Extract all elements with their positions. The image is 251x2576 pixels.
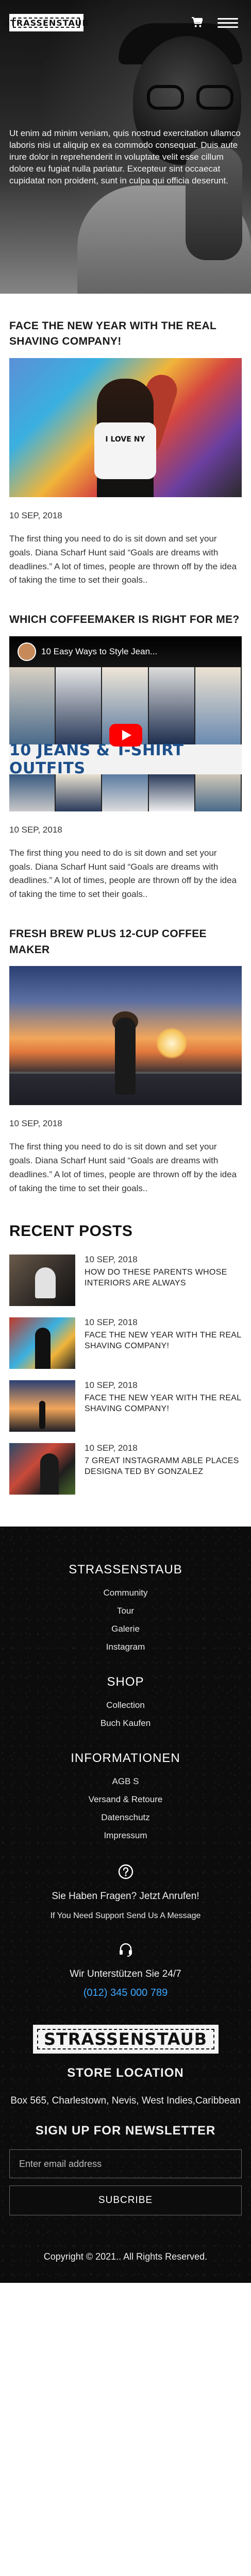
youtube-play-icon[interactable]: [109, 723, 142, 747]
footer-store-heading: STORE LOCATION: [67, 2065, 184, 2080]
footer-link-datenschutz[interactable]: Datenschutz: [9, 1813, 242, 1822]
recent-post-date: 10 SEP, 2018: [85, 1443, 138, 1453]
footer-link-tour[interactable]: Tour: [9, 1606, 242, 1615]
recent-posts-heading: RECENT POSTS: [9, 1222, 133, 1240]
person-graphic: [115, 1018, 136, 1095]
footer-link-buch-kaufen[interactable]: Buch Kaufen: [9, 1719, 242, 1727]
blog-post: FRESH BREW PLUS 12-CUP COFFEE MAKER 10 S…: [9, 902, 242, 1195]
footer-phone-link[interactable]: (012) 345 000 789: [9, 1987, 242, 1999]
top-navigation-bar: STRASSENSTAUB: [0, 0, 251, 45]
hero-text: Ut enim ad minim veniam, quis nostrud ex…: [9, 128, 241, 185]
post-excerpt: The first thing you need to do is sit do…: [9, 848, 237, 900]
post-title-link[interactable]: WHICH COFFEEMAKER IS RIGHT FOR ME?: [9, 612, 242, 628]
recent-post-thumbnail[interactable]: [9, 1443, 75, 1495]
footer-support-line: Wir Unterstützen Sie 24/7: [70, 1968, 181, 1979]
footer-link-instagram[interactable]: Instagram: [9, 1642, 242, 1651]
recent-post-item[interactable]: 10 SEP, 2018 FACE THE NEW YEAR WITH THE …: [9, 1317, 242, 1369]
blog-post: WHICH COFFEEMAKER IS RIGHT FOR ME? 10 Ea…: [9, 587, 242, 902]
post-title-link[interactable]: FRESH BREW PLUS 12-CUP COFFEE MAKER: [9, 926, 242, 958]
recent-post-date: 10 SEP, 2018: [85, 1317, 138, 1327]
hero-section: STRASSENSTAUB Ut enim ad minim veniam, q…: [0, 0, 251, 294]
post-excerpt: The first thing you need to do is sit do…: [9, 533, 237, 585]
question-icon: [118, 1864, 133, 1879]
post-date: 10 SEP, 2018: [9, 824, 62, 835]
post-date: 10 SEP, 2018: [9, 510, 62, 520]
recent-post-thumbnail[interactable]: [9, 1380, 75, 1432]
recent-post-title-link[interactable]: 7 GREAT INSTAGRAMM ABLE PLACES DESIGNA T…: [85, 1455, 242, 1477]
video-title[interactable]: 10 Easy Ways to Style Jean...: [41, 647, 157, 657]
footer-link-impressum[interactable]: Impressum: [9, 1831, 242, 1840]
recent-post-item[interactable]: 10 SEP, 2018 7 GREAT INSTAGRAMM ABLE PLA…: [9, 1443, 242, 1495]
post-image[interactable]: [9, 966, 242, 1106]
video-banner-text: 10 JEANS & T-SHIRT OUTFITS: [9, 741, 184, 777]
post-date: 10 SEP, 2018: [9, 1118, 62, 1129]
site-logo-text: STRASSENSTAUB: [4, 18, 89, 28]
recent-post-thumbnail[interactable]: [9, 1254, 75, 1306]
embedded-video[interactable]: 10 Easy Ways to Style Jean... 10 JEANS &…: [9, 636, 242, 811]
subscribe-button[interactable]: SUBCRIBE: [9, 2185, 242, 2215]
recent-post-title-link[interactable]: FACE THE NEW YEAR WITH THE REAL SHAVING …: [85, 1393, 242, 1414]
video-banner: 10 JEANS & T-SHIRT OUTFITS: [9, 741, 242, 777]
footer-link-agb[interactable]: AGB S: [9, 1777, 242, 1786]
newsletter-email-input[interactable]: [9, 2149, 242, 2178]
video-title-bar: 10 Easy Ways to Style Jean...: [9, 636, 242, 667]
recent-post-item[interactable]: 10 SEP, 2018 FACE THE NEW YEAR WITH THE …: [9, 1380, 242, 1432]
footer-question-text: Sie Haben Fragen? Jetzt Anrufen!: [52, 1890, 199, 1902]
footer-support-note: If You Need Support Send Us A Message: [50, 1911, 201, 1920]
newsletter-heading: SIGN UP FOR NEWSLETTER: [35, 2124, 216, 2138]
footer-info-links: INFORMATIONEN AGB S Versand & Retoure Da…: [9, 1751, 242, 1840]
post-image[interactable]: I LOVE NY: [9, 358, 242, 497]
footer-shop-heading: SHOP: [107, 1674, 144, 1689]
cart-icon[interactable]: [191, 15, 204, 29]
copyright-text: Copyright © 2021.. All Rights Reserved.: [43, 2251, 208, 2262]
footer-link-galerie[interactable]: Galerie: [9, 1624, 242, 1633]
recent-posts-section: RECENT POSTS 10 SEP, 2018 HOW DO THESE P…: [0, 1196, 251, 1527]
site-logo[interactable]: STRASSENSTAUB: [4, 14, 89, 31]
recent-post-date: 10 SEP, 2018: [85, 1380, 138, 1390]
blog-post-list: FACE THE NEW YEAR WITH THE REAL SHAVING …: [0, 294, 251, 1196]
footer-shop-links: SHOP Collection Buch Kaufen: [9, 1675, 242, 1727]
recent-post-title-link[interactable]: HOW DO THESE PARENTS WHOSE INTERIORS ARE…: [85, 1267, 242, 1289]
post-excerpt: The first thing you need to do is sit do…: [9, 1142, 237, 1193]
footer-link-collection[interactable]: Collection: [9, 1701, 242, 1709]
t-shirt-graphic: [94, 422, 156, 479]
footer-link-versand[interactable]: Versand & Retoure: [9, 1795, 242, 1804]
headset-icon: [119, 1943, 132, 1957]
blog-post: FACE THE NEW YEAR WITH THE REAL SHAVING …: [9, 294, 242, 587]
footer-brand-heading: STRASSENSTAUB: [69, 1562, 182, 1577]
footer-logo-text: STRASSENSTAUB: [43, 2029, 208, 2049]
footer-brand-links: STRASSENSTAUB Community Tour Galerie Ins…: [9, 1563, 242, 1651]
footer-info-heading: INFORMATIONEN: [71, 1751, 180, 1765]
site-footer: STRASSENSTAUB Community Tour Galerie Ins…: [0, 1527, 251, 2283]
recent-post-title-link[interactable]: FACE THE NEW YEAR WITH THE REAL SHAVING …: [85, 1330, 242, 1351]
recent-post-item[interactable]: 10 SEP, 2018 HOW DO THESE PARENTS WHOSE …: [9, 1254, 242, 1306]
footer-logo[interactable]: STRASSENSTAUB: [32, 2024, 219, 2054]
hamburger-menu-icon[interactable]: [217, 15, 238, 29]
channel-avatar[interactable]: [18, 642, 36, 661]
recent-post-date: 10 SEP, 2018: [85, 1254, 138, 1264]
recent-post-thumbnail[interactable]: [9, 1317, 75, 1369]
footer-link-community[interactable]: Community: [9, 1588, 242, 1597]
t-shirt-print: I LOVE NY: [105, 435, 145, 444]
sun-graphic: [156, 1028, 187, 1059]
video-thumbnail-strip-bottom: [9, 774, 242, 811]
post-title-link[interactable]: FACE THE NEW YEAR WITH THE REAL SHAVING …: [9, 318, 242, 350]
footer-address: Box 565, Charlestown, Nevis, West Indies…: [10, 2095, 241, 2106]
